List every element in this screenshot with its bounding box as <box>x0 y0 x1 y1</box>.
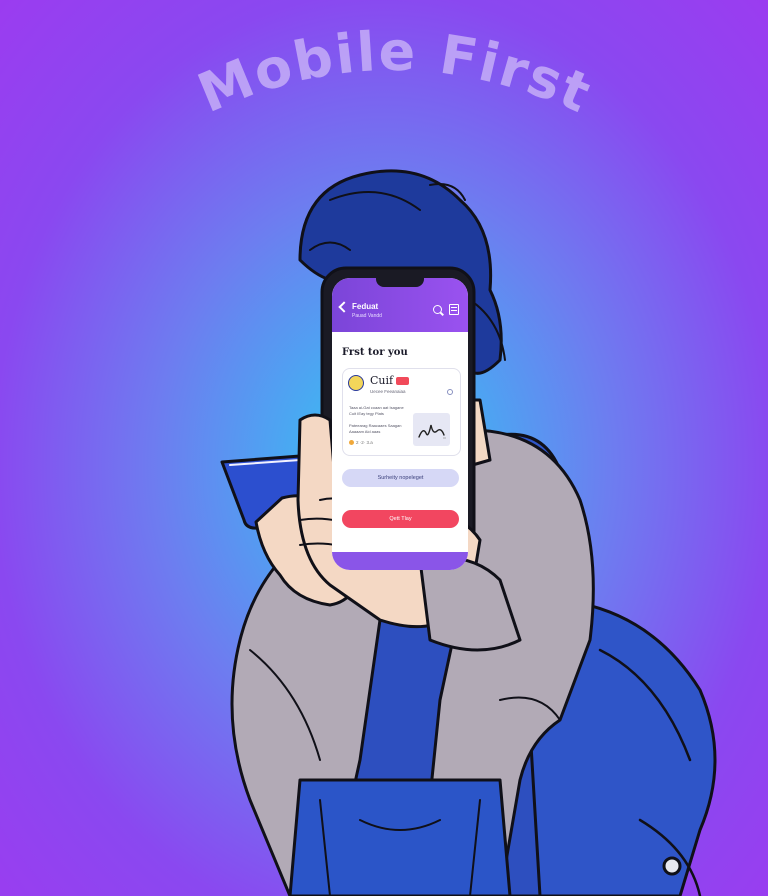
signature-icon <box>418 424 446 439</box>
feed-card[interactable]: Cuif Uecee Feeanaiaa Taaa ai-Gat coaan a… <box>342 368 461 456</box>
card-text: Taaa ai-Gat coaan aat Isagane Cuit IEay … <box>349 405 404 416</box>
menu-icon[interactable] <box>449 304 459 315</box>
section-title: Frst tor you <box>342 347 408 358</box>
illustration-scene: Mobile First Feduat Pauad Vandd Frst tor… <box>0 0 768 896</box>
signature-thumbnail <box>413 413 450 446</box>
headline-text: Mobile First <box>189 20 601 126</box>
reaction-icon <box>349 440 354 446</box>
card-text-secondary: Pateearag Raacaaes Saagan Aaaaam Aid aaa… <box>349 423 402 434</box>
card-stats: 2 ·2· 3.a <box>349 440 373 446</box>
avatar <box>348 375 364 391</box>
phone-notch <box>376 277 424 287</box>
card-name: Cuif <box>370 374 394 387</box>
stats-text: 2 ·2· 3.a <box>356 440 373 445</box>
secondary-button[interactable]: Surheity nopeleget <box>342 469 459 487</box>
app-subtitle: Pauad Vandd <box>352 313 382 319</box>
app-title: Feduat <box>352 302 379 311</box>
live-badge <box>396 377 409 385</box>
more-icon[interactable] <box>447 389 453 395</box>
primary-button[interactable]: Qett Tlay <box>342 510 459 528</box>
bottom-bar <box>332 552 468 570</box>
card-meta: Uecee Feeanaiaa <box>370 389 406 394</box>
search-icon[interactable] <box>433 305 442 314</box>
back-icon[interactable] <box>338 301 350 313</box>
phone-screen: Feduat Pauad Vandd Frst tor you Cuif Uec… <box>332 278 468 570</box>
